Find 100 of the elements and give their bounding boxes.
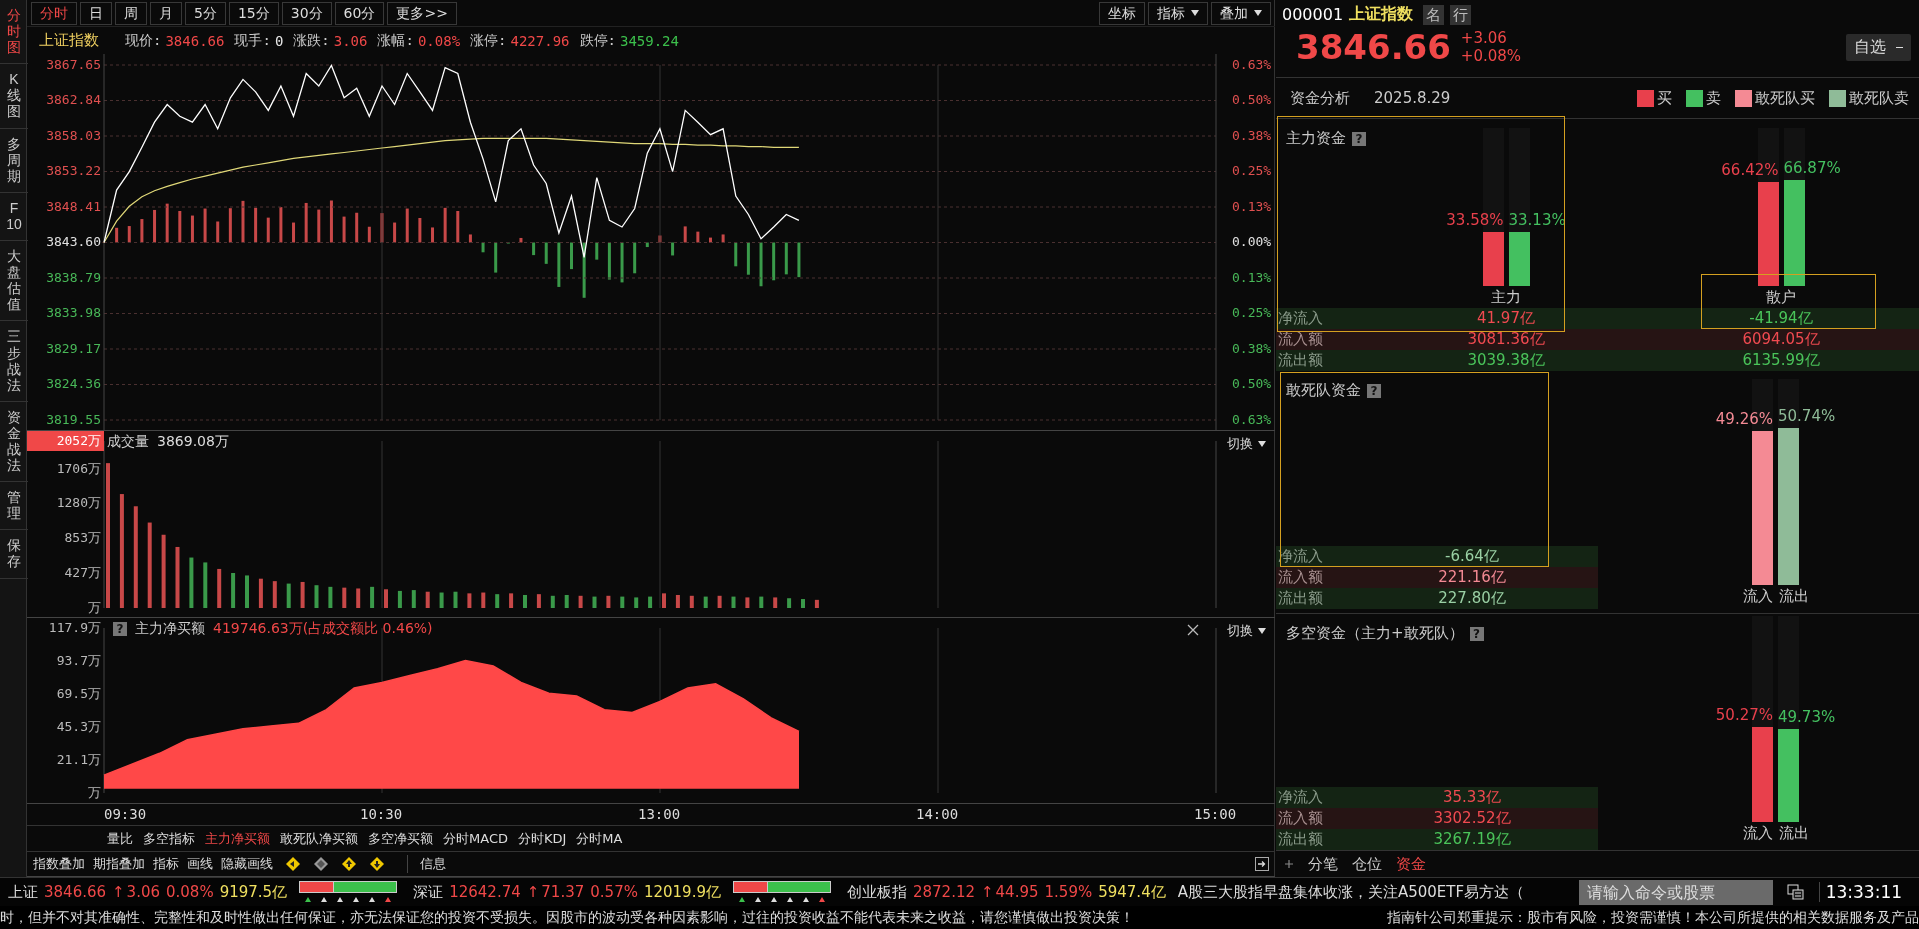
analysis-date: 2025.8.29 — [1374, 89, 1451, 107]
group-label: 散户 — [1766, 287, 1796, 308]
axis-label: 3829.17 — [46, 340, 101, 356]
quote-label: 现手: — [234, 31, 271, 50]
legend-label: 敢死队卖 — [1849, 88, 1909, 108]
row-label: 流出额 — [1277, 589, 1324, 608]
axis-label: 93.7万 — [56, 652, 101, 668]
amount-value: -6.64亿 — [1444, 547, 1500, 566]
axis-label: 0.13% — [1232, 269, 1272, 285]
axis-label: 0.50% — [1232, 376, 1272, 391]
time-label: 10:30 — [360, 806, 403, 822]
axis-label: 3843.60 — [46, 234, 101, 249]
disclaimer-text: 指南针公司郑重提示：股市有风险，投资需谨慎！本公司所提供的相关数据服务及产品 — [1387, 908, 1919, 927]
quote-label: 现价: — [125, 31, 162, 50]
turnover-amount: 12019.9亿 — [643, 882, 721, 902]
current-price: 3846.66 — [1296, 26, 1451, 69]
amount-value: 41.97亿 — [1476, 309, 1536, 328]
quote-label: 涨幅: — [377, 31, 414, 50]
legend-label: 买 — [1657, 88, 1672, 108]
quote-value: 0.08% — [417, 32, 461, 49]
disclaimer-text: 时，但并不对其准确性、完整性和及时性做出任何保证，亦无法保证您的投资不受损失。因股市的波动受各种因素影响，过往的投资收益不能代表未来之收益，请您谨慎做出投资决策！ — [0, 908, 1134, 927]
percent-label: 66.87% — [1783, 159, 1841, 178]
axis-label: 万 — [88, 599, 101, 615]
axis-label: 69.5万 — [56, 685, 101, 701]
bar-label: 流出 — [1778, 823, 1809, 844]
change-arrow: ↑ — [981, 883, 994, 901]
percent-label: 50.74% — [1778, 407, 1836, 426]
row-label: 净流入 — [1277, 309, 1324, 328]
axis-label: 3833.98 — [46, 305, 101, 320]
axis-label: 3858.03 — [46, 127, 101, 143]
axis-label: 427万 — [64, 564, 101, 580]
panel-title: 主力净买额 — [135, 620, 205, 638]
amount-value: 3302.52亿 — [1432, 809, 1512, 828]
index-name: 创业板指 — [846, 882, 907, 902]
turnover-amount: 9197.5亿 — [219, 882, 288, 902]
amount-value: 6094.05亿 — [1741, 330, 1821, 349]
axis-label: 0.50% — [1232, 92, 1272, 107]
amount-value: 35.33亿 — [1442, 788, 1502, 807]
axis-label: 0.25% — [1232, 163, 1272, 178]
axis-label: 2052万 — [56, 432, 101, 448]
percent-label: 49.73% — [1778, 708, 1836, 727]
quote-value: 3459.24 — [619, 32, 679, 49]
axis-label: 1706万 — [56, 460, 101, 476]
axis-label: 117.9万 — [48, 619, 101, 635]
section-title: 主力资金 — [1286, 129, 1346, 148]
time-label: 13:00 — [638, 806, 681, 822]
percent-change: +0.08% — [1460, 47, 1522, 65]
axis-label: 0.13% — [1232, 198, 1272, 214]
index-price: 12642.74 — [449, 883, 521, 901]
index-percent: 1.59% — [1044, 883, 1093, 901]
amount-value: 221.16亿 — [1437, 568, 1507, 587]
time-label: 14:00 — [916, 806, 959, 822]
axis-label: 3819.55 — [46, 411, 101, 427]
percent-label: 49.26% — [1715, 409, 1773, 428]
time-label: 15:00 — [1194, 806, 1237, 822]
legend-label: 敢死队买 — [1755, 88, 1815, 108]
quote-label: 跌停: — [579, 31, 616, 50]
axis-label: 21.1万 — [56, 751, 101, 767]
volume-value: 3869.08万 — [157, 433, 229, 451]
turnover-amount: 5947.4亿 — [1098, 882, 1166, 902]
axis-label: 0.00% — [1232, 234, 1272, 249]
index-price: 2872.12 — [912, 883, 975, 901]
quote-value: 3846.66 — [165, 32, 225, 49]
axis-label: 0.63% — [1232, 411, 1272, 427]
axis-label: 45.3万 — [56, 718, 101, 734]
bar-label: 流出 — [1778, 586, 1809, 607]
quote-value: 4227.96 — [510, 32, 570, 49]
axis-label: 0.25% — [1232, 305, 1272, 320]
row-label: 净流入 — [1277, 788, 1324, 807]
axis-label: 万 — [88, 784, 101, 800]
bar-label: 流入 — [1742, 823, 1773, 844]
amount-value: 3267.19亿 — [1432, 830, 1512, 849]
price-change: +3.06 — [1460, 29, 1508, 47]
percent-label: 33.58% — [1446, 211, 1504, 230]
time-label: 09:30 — [104, 806, 147, 822]
index-name: 深证 — [413, 882, 444, 902]
analysis-title: 资金分析 — [1290, 88, 1350, 108]
axis-label: 3848.41 — [46, 198, 101, 214]
net-buy-value: 419746.63万(占成交额比 0.46%) — [213, 620, 433, 638]
percent-label: 50.27% — [1715, 706, 1773, 725]
axis-label: 3862.84 — [46, 92, 101, 107]
percent-label: 66.42% — [1721, 160, 1779, 179]
amount-value: 227.80亿 — [1437, 589, 1507, 608]
row-label: 流出额 — [1277, 351, 1324, 370]
percent-label: 33.13% — [1508, 211, 1566, 230]
clock-time: 13:33:11 — [1818, 882, 1903, 902]
row-label: 流入额 — [1277, 809, 1324, 828]
axis-label: 853万 — [64, 530, 101, 546]
axis-label: 0.38% — [1232, 127, 1272, 143]
quote-value: 0 — [274, 32, 284, 49]
axis-label: 3824.36 — [46, 376, 101, 391]
quote-label: 涨停: — [470, 31, 507, 50]
section-title: 多空资金（主力+敢死队） — [1286, 624, 1464, 643]
index-percent: 0.57% — [590, 883, 638, 901]
row-label: 流出额 — [1277, 830, 1324, 849]
row-label: 流入额 — [1277, 330, 1324, 349]
axis-label: 3867.65 — [46, 56, 101, 72]
stock-name: 上证指数 — [1349, 4, 1414, 25]
amount-value: -41.94亿 — [1748, 309, 1814, 328]
axis-label: 0.63% — [1232, 56, 1272, 72]
